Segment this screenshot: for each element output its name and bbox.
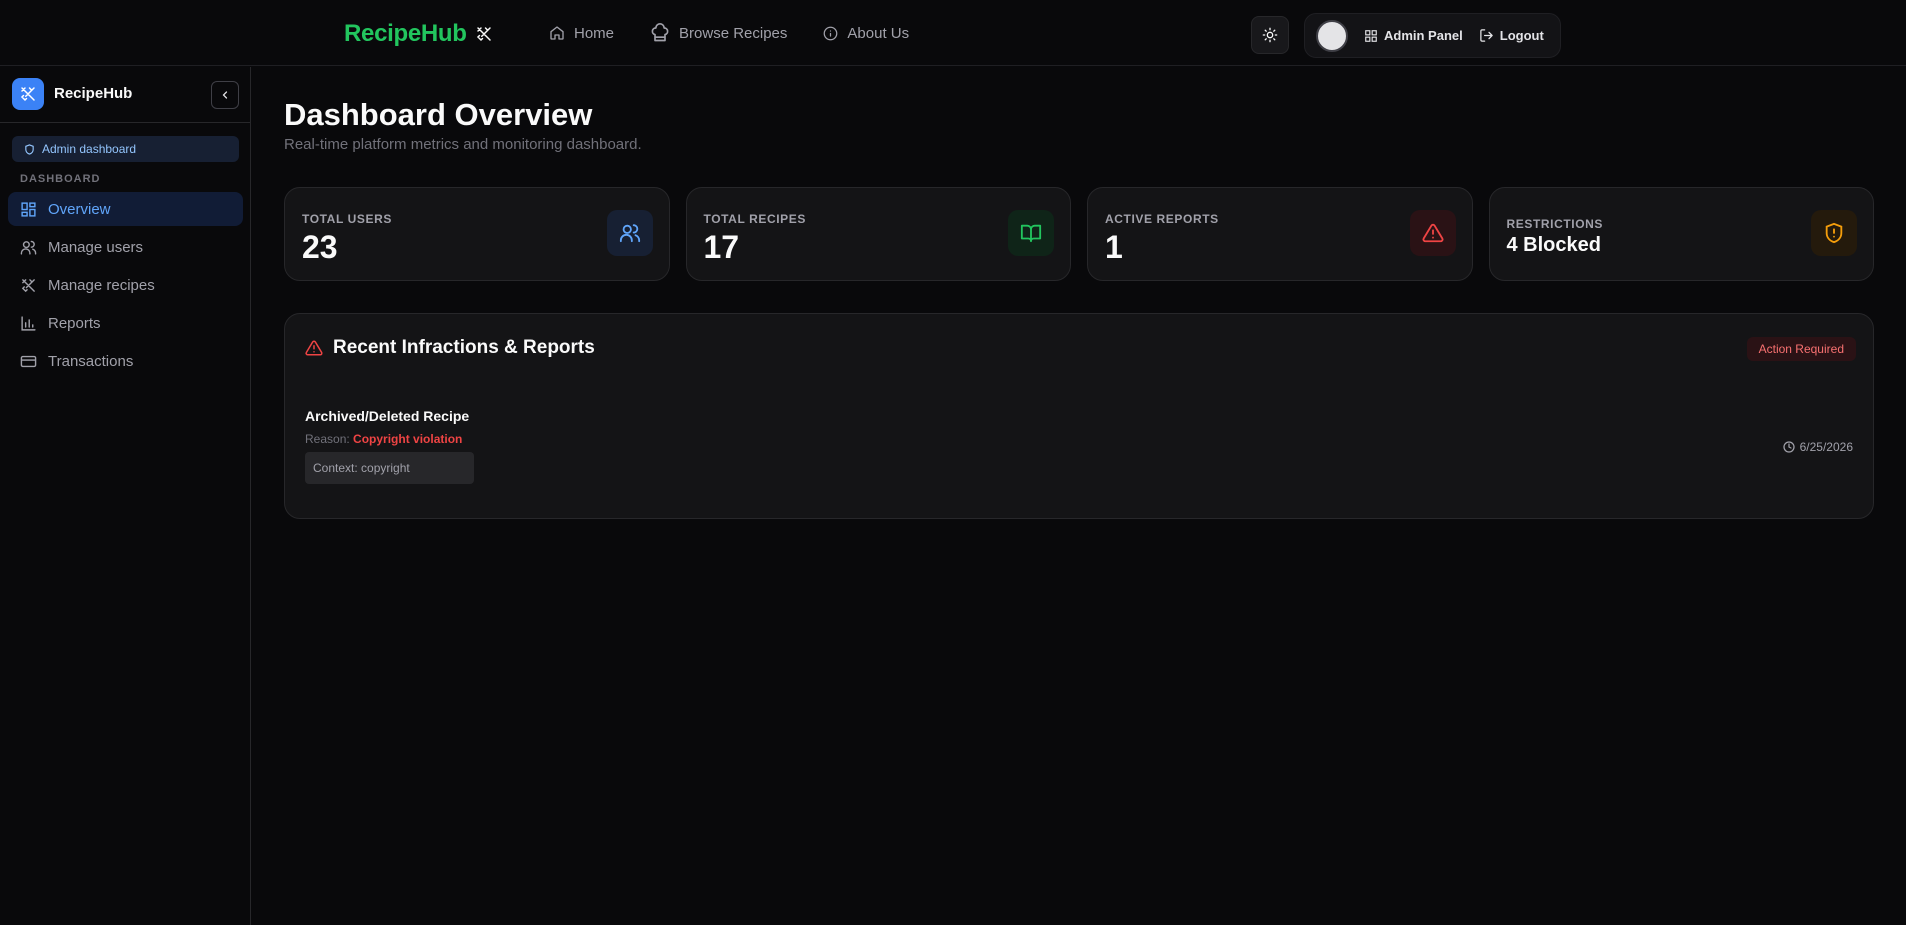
- main-nav: Home Browse Recipes About Us: [549, 23, 909, 43]
- recent-infractions-panel: Recent Infractions & Reports Action Requ…: [284, 313, 1874, 519]
- report-item[interactable]: Archived/Deleted Recipe Reason: Copyrigh…: [305, 408, 474, 484]
- brand-logo[interactable]: RecipeHub: [344, 20, 493, 48]
- nav-browse-recipes[interactable]: Browse Recipes: [650, 23, 787, 43]
- bar-chart-icon: [20, 315, 37, 332]
- nav-about-us-label: About Us: [847, 24, 910, 42]
- sidebar-item-label: Transactions: [48, 352, 134, 370]
- grid-icon: [20, 201, 37, 218]
- chef-hat-icon: [650, 23, 670, 43]
- info-icon: [823, 26, 838, 41]
- admin-dashboard-label: Admin dashboard: [42, 142, 137, 156]
- sidebar-item-manage-recipes[interactable]: Manage recipes: [8, 268, 243, 302]
- nav-browse-recipes-label: Browse Recipes: [679, 24, 788, 42]
- utensils-icon: [475, 25, 493, 43]
- home-icon: [549, 25, 565, 41]
- sidebar-item-label: Manage users: [48, 238, 144, 256]
- stat-card-total-recipes: TOTAL RECIPES 17: [685, 187, 1071, 281]
- stat-icon-box: [606, 210, 653, 256]
- nav-home-label: Home: [574, 24, 615, 42]
- stat-value: 1: [1105, 229, 1123, 265]
- user-menu: Admin Panel Logout: [1304, 13, 1561, 58]
- sidebar-collapse-button[interactable]: [211, 81, 239, 109]
- stats-cards: TOTAL USERS 23 TOTAL RECIPES 17 ACTIVE R…: [284, 187, 1874, 281]
- report-date: 6/25/2026: [1782, 440, 1853, 454]
- sidebar-item-label: Reports: [48, 314, 101, 332]
- admin-dashboard-badge: Admin dashboard: [12, 136, 239, 162]
- sidebar-item-label: Manage recipes: [48, 276, 155, 294]
- alert-triangle-icon: [305, 339, 323, 357]
- alert-triangle-icon: [1422, 222, 1444, 244]
- logout-icon: [1479, 28, 1494, 43]
- stat-label: ACTIVE REPORTS: [1105, 212, 1219, 226]
- shield-icon: [24, 143, 35, 155]
- sidebar-item-overview[interactable]: Overview: [8, 192, 243, 226]
- stat-value: 4 Blocked: [1506, 234, 1601, 256]
- theme-toggle-button[interactable]: [1251, 16, 1289, 54]
- stat-label: TOTAL USERS: [302, 212, 392, 226]
- reason-value: Copyright violation: [353, 432, 463, 446]
- page-title: Dashboard Overview: [284, 97, 593, 132]
- logout-label: Logout: [1499, 28, 1544, 43]
- reason-label: Reason:: [305, 432, 350, 446]
- stat-card-active-reports: ACTIVE REPORTS 1: [1087, 187, 1473, 281]
- utensils-icon: [19, 85, 37, 103]
- panel-header: Recent Infractions & Reports: [305, 337, 595, 359]
- stat-label: TOTAL RECIPES: [703, 212, 806, 226]
- sidebar-item-transactions[interactable]: Transactions: [8, 344, 243, 378]
- page-subtitle: Real-time platform metrics and monitorin…: [284, 136, 642, 153]
- report-date-value: 6/25/2026: [1799, 440, 1853, 454]
- nav-about-us[interactable]: About Us: [823, 23, 909, 43]
- top-navbar: RecipeHub Home Browse Recipes About Us A…: [0, 2, 1906, 66]
- sidebar-title: RecipeHub: [54, 85, 133, 102]
- report-context: Context: copyright: [305, 452, 474, 484]
- clock-icon: [1782, 441, 1795, 453]
- logout-button[interactable]: Logout: [1479, 28, 1544, 43]
- users-icon: [20, 239, 37, 256]
- admin-panel-link[interactable]: Admin Panel: [1364, 28, 1463, 43]
- stat-icon-box: [1409, 210, 1456, 256]
- stat-value: 23: [302, 229, 338, 265]
- utensils-icon: [20, 277, 37, 294]
- action-required-badge: Action Required: [1746, 337, 1856, 361]
- sidebar-item-manage-users[interactable]: Manage users: [8, 230, 243, 264]
- admin-panel-label: Admin Panel: [1384, 28, 1463, 43]
- report-title: Archived/Deleted Recipe: [305, 408, 470, 424]
- sidebar-logo: [12, 78, 44, 110]
- grid-icon: [1364, 29, 1378, 43]
- nav-home[interactable]: Home: [549, 23, 614, 43]
- stat-value: 17: [703, 229, 740, 265]
- sidebar-header: RecipeHub: [0, 67, 250, 123]
- stat-icon-box: [1811, 210, 1857, 256]
- brand-name: RecipeHub: [344, 20, 467, 47]
- sidebar-item-label: Overview: [48, 200, 111, 218]
- chevron-left-icon: [219, 89, 231, 101]
- sun-icon: [1262, 27, 1278, 43]
- sidebar-menu: Overview Manage users Manage recipes Rep…: [8, 192, 243, 382]
- book-open-icon: [1020, 222, 1042, 244]
- stat-label: RESTRICTIONS: [1506, 217, 1604, 231]
- credit-card-icon: [20, 353, 37, 370]
- stat-card-restrictions: RESTRICTIONS 4 Blocked: [1488, 187, 1874, 281]
- sidebar: RecipeHub Admin dashboard DASHBOARD Over…: [0, 67, 251, 925]
- users-icon: [619, 222, 641, 244]
- panel-title: Recent Infractions & Reports: [333, 337, 595, 358]
- stat-icon-box: [1008, 210, 1054, 256]
- report-reason: Reason: Copyright violation: [305, 432, 474, 446]
- sidebar-item-reports[interactable]: Reports: [8, 306, 243, 340]
- avatar[interactable]: [1316, 19, 1348, 52]
- shield-alert-icon: [1823, 222, 1845, 244]
- stat-card-total-users: TOTAL USERS 23: [284, 187, 670, 281]
- sidebar-section-label: DASHBOARD: [20, 173, 101, 185]
